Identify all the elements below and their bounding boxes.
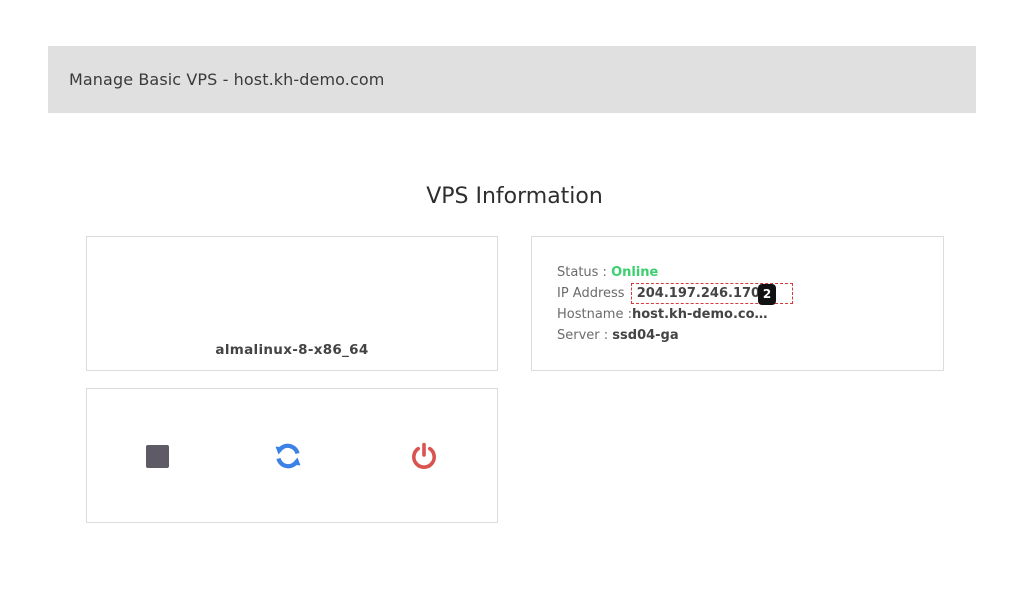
ip-row: IP Address 204.197.246.170 2 [557, 283, 794, 305]
page: Manage Basic VPS - host.kh-demo.com VPS … [0, 0, 1024, 613]
step-badge: 2 [758, 284, 777, 305]
ip-value[interactable]: 204.197.246.170 [637, 286, 760, 301]
power-actions-card [86, 388, 498, 523]
restart-button[interactable] [264, 432, 312, 480]
vps-info-card: Status : Online IP Address 204.197.246.1… [531, 236, 944, 371]
server-label: Server : [557, 328, 613, 343]
status-value: Online [611, 265, 659, 280]
vps-info-list: Status : Online IP Address 204.197.246.1… [557, 262, 794, 346]
page-title: Manage Basic VPS - host.kh-demo.com [69, 70, 385, 89]
os-card: almalinux-8-x86_64 [86, 236, 498, 371]
status-label: Status : [557, 265, 612, 280]
ip-label: IP Address [557, 286, 625, 301]
section-title: VPS Information [426, 184, 603, 209]
power-button[interactable] [400, 432, 448, 480]
page-header: Manage Basic VPS - host.kh-demo.com [48, 46, 976, 113]
status-row: Status : Online [557, 262, 793, 283]
os-name: almalinux-8-x86_64 [215, 342, 369, 358]
refresh-icon [275, 443, 301, 469]
power-icon [412, 442, 436, 469]
hostname-row: Hostname :host.kh-demo.co… [557, 304, 793, 325]
hostname-label: Hostname : [557, 307, 632, 322]
server-value: ssd04-ga [612, 328, 679, 343]
hostname-value: host.kh-demo.co… [631, 307, 768, 322]
stop-button[interactable] [133, 432, 181, 480]
server-row: Server : ssd04-ga [557, 325, 793, 346]
stop-icon [145, 444, 169, 468]
ip-highlight: 204.197.246.170 2 [630, 283, 794, 305]
